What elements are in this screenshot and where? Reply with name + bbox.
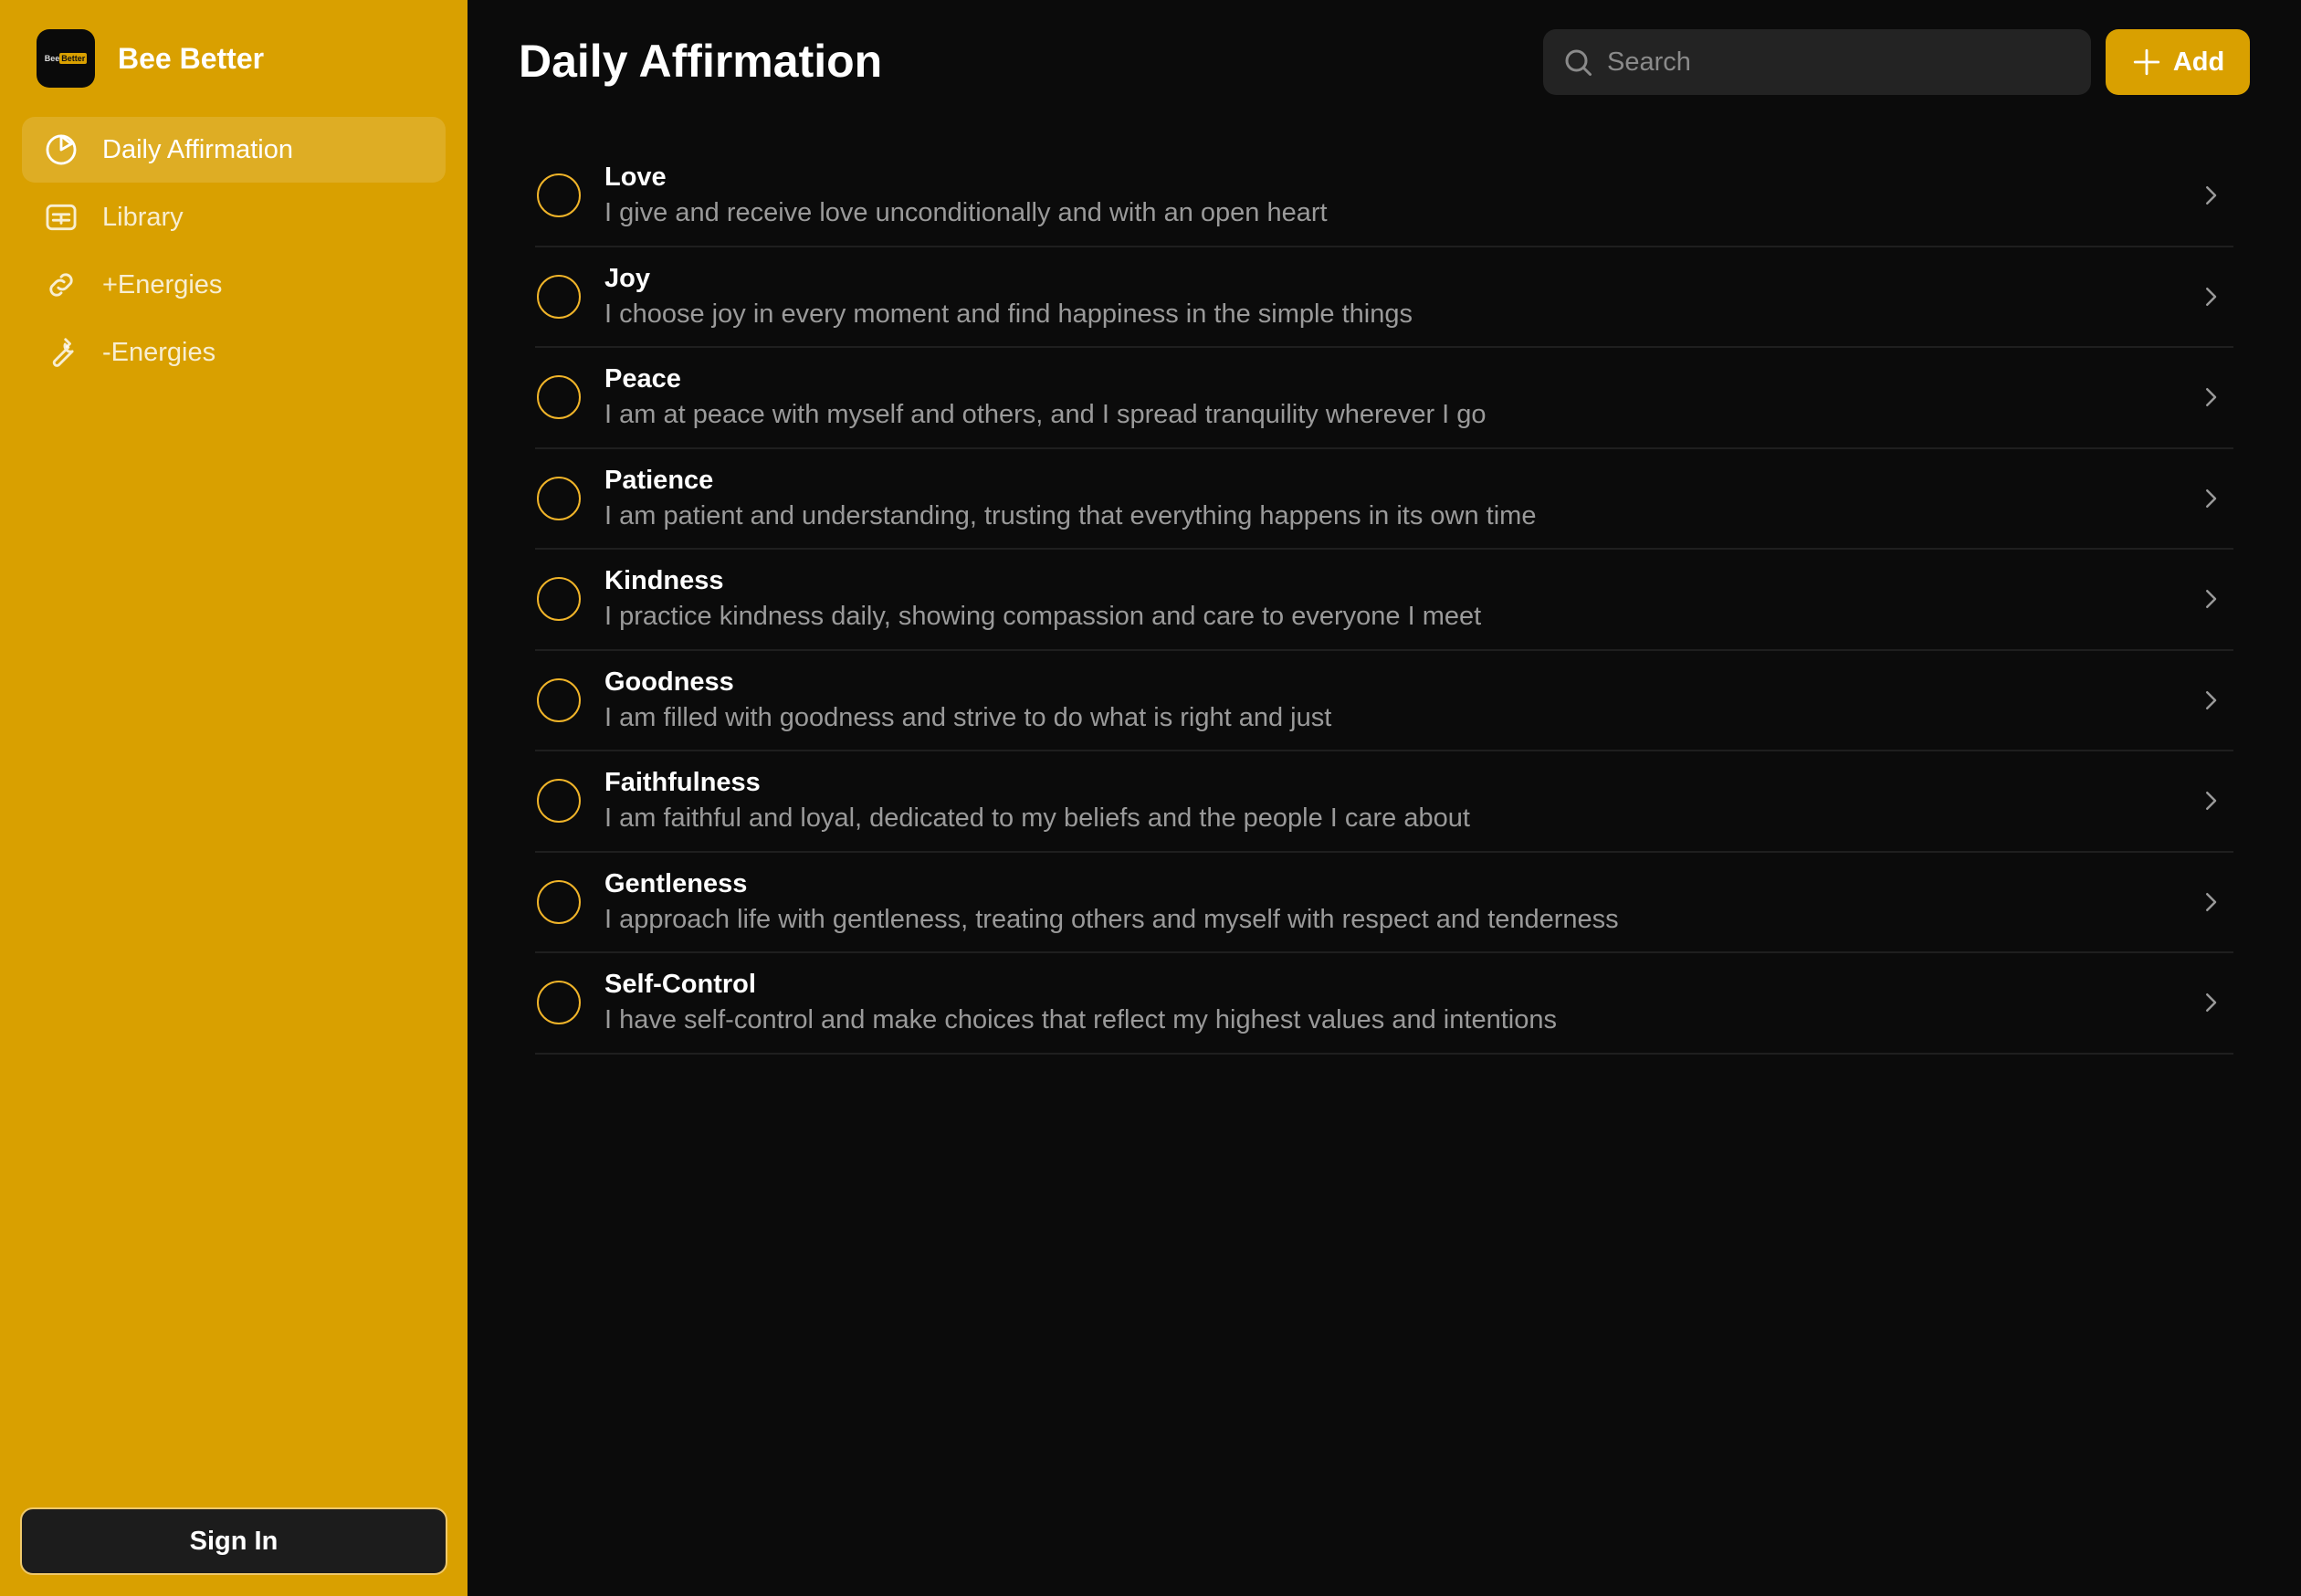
chevron-right-icon[interactable] [2197,182,2224,209]
page-title: Daily Affirmation [519,36,883,87]
link-icon [49,273,73,297]
affirmation-texts: Gentleness I approach life with gentlenes… [604,866,1619,938]
affirmation-title: Peace [604,364,681,394]
affirmation-title: Faithfulness [604,768,761,798]
sidebar-nav: Daily Affirmation Library +Energies -Ene… [22,117,446,387]
plus-icon [2133,48,2159,76]
search-icon [1565,49,1592,76]
affirmation-row[interactable]: Joy I choose joy in every moment and find… [535,247,2233,348]
affirmation-text: I practice kindness daily, showing compa… [604,602,1482,632]
affirmation-title: Joy [604,263,650,293]
affirmation-title: Love [604,163,667,193]
affirmation-text: I choose joy in every moment and find ha… [604,299,1413,329]
sidebar-item-label: +Energies [102,269,223,299]
affirmation-texts: Love I give and receive love unconditiona… [604,160,1328,231]
affirmation-text: I am filled with goodness and strive to … [604,702,1332,732]
completion-circle-checkbox[interactable] [537,879,581,924]
search-input[interactable] [1607,47,2082,78]
logo-text-right: Better [59,53,88,64]
add-button-label: Add [2172,47,2225,77]
affirmation-row[interactable]: Peace I am at peace with myself and other… [535,348,2233,449]
brand: Bee Better Bee Better [37,29,264,88]
wrench-icon [52,338,74,367]
sidebar-item-label: -Energies [102,337,216,367]
affirmation-row[interactable]: Love I give and receive love unconditiona… [535,146,2233,247]
completion-circle-checkbox[interactable] [537,577,581,622]
affirmation-list: Love I give and receive love unconditiona… [535,146,2233,1055]
affirmation-texts: Self-Control I have self-control and make… [604,967,1557,1038]
affirmation-text: I am at peace with myself and others, an… [604,400,1487,430]
affirmation-row[interactable]: Faithfulness I am faithful and loyal, ded… [535,751,2233,853]
completion-circle-checkbox[interactable] [537,173,581,218]
app-logo: Bee Better [37,29,95,88]
affirmation-title: Goodness [604,667,734,697]
affirmation-texts: Peace I am at peace with myself and other… [604,362,1487,433]
chevron-right-icon[interactable] [2197,888,2224,916]
affirmation-texts: Patience I am patient and understanding, … [604,463,1536,534]
affirmation-texts: Kindness I practice kindness daily, showi… [604,563,1481,635]
sidebar-item-positive-energies[interactable]: +Energies [22,252,446,318]
completion-circle-checkbox[interactable] [537,274,581,319]
sidebar-item-library[interactable]: Library [22,184,446,250]
table-icon [46,204,77,231]
affirmation-texts: Goodness I am filled with goodness and st… [604,665,1331,736]
affirmation-row[interactable]: Gentleness I approach life with gentlenes… [535,853,2233,953]
affirmation-title: Gentleness [604,868,748,898]
affirmation-row[interactable]: Goodness I am filled with goodness and st… [535,651,2233,751]
sidebar: Bee Better Bee Better Daily Affirmation … [0,0,468,1596]
affirmation-row[interactable]: Patience I am patient and understanding, … [535,449,2233,550]
chevron-right-icon[interactable] [2197,283,2224,310]
affirmation-text: I am patient and understanding, trusting… [604,500,1537,530]
affirmation-row[interactable]: Self-Control I have self-control and make… [535,953,2233,1055]
completion-circle-checkbox[interactable] [537,476,581,520]
affirmation-texts: Joy I choose joy in every moment and find… [604,261,1413,332]
chevron-right-icon[interactable] [2197,787,2224,814]
completion-circle-checkbox[interactable] [537,677,581,722]
affirmation-text: I give and receive love unconditionally … [604,198,1328,228]
sidebar-item-label: Daily Affirmation [102,134,293,164]
affirmation-text: I am faithful and loyal, dedicated to my… [604,803,1470,834]
chevron-right-icon[interactable] [2197,383,2224,411]
affirmation-title: Patience [604,465,714,495]
affirmation-title: Kindness [604,566,724,596]
pie-chart-icon [46,134,77,165]
sidebar-item-daily-affirmation[interactable]: Daily Affirmation [22,117,446,183]
sign-in-button[interactable]: Sign In [20,1507,447,1575]
chevron-right-icon[interactable] [2197,989,2224,1016]
affirmation-title: Self-Control [604,970,756,1000]
completion-circle-checkbox[interactable] [537,779,581,824]
affirmation-text: I approach life with gentleness, treatin… [604,904,1619,934]
search-box[interactable] [1543,29,2091,95]
affirmation-text: I have self-control and make choices tha… [604,1005,1557,1035]
sidebar-item-label: Library [102,202,184,232]
chevron-right-icon[interactable] [2197,687,2224,714]
completion-circle-checkbox[interactable] [537,375,581,420]
chevron-right-icon[interactable] [2197,585,2224,613]
affirmation-texts: Faithfulness I am faithful and loyal, ded… [604,765,1470,836]
sidebar-item-negative-energies[interactable]: -Energies [22,320,446,385]
completion-circle-checkbox[interactable] [537,981,581,1025]
affirmation-row[interactable]: Kindness I practice kindness daily, showi… [535,550,2233,651]
app-name: Bee Better [118,41,265,75]
add-button[interactable]: Add [2106,29,2250,95]
logo-text-left: Bee [44,54,60,63]
app-root: Bee Better Bee Better Daily Affirmation … [0,0,2301,1596]
chevron-right-icon[interactable] [2197,485,2224,512]
main-content: Daily Affirmation Add Love I give and rec… [468,0,2301,1596]
